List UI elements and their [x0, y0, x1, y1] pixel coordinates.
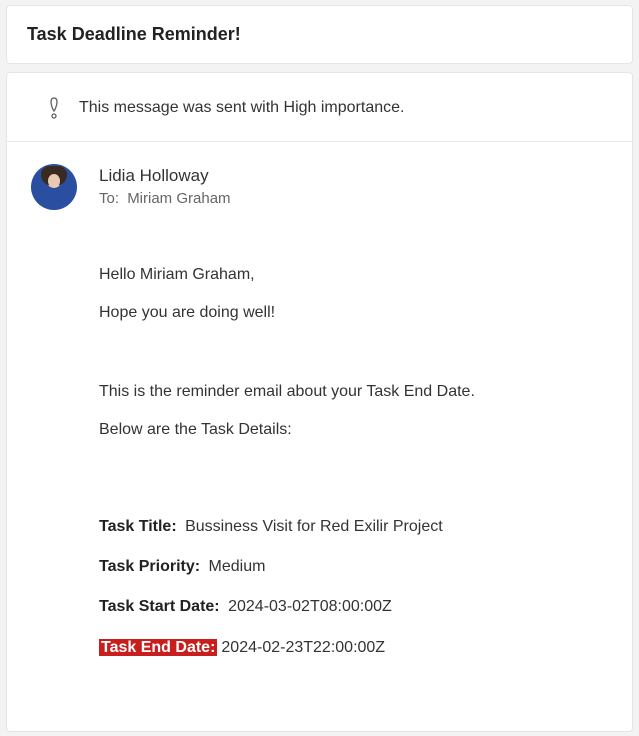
- avatar[interactable]: [31, 164, 77, 210]
- task-start-value: 2024-03-02T08:00:00Z: [228, 598, 392, 615]
- body-line-2: Hope you are doing well!: [99, 302, 610, 324]
- email-body: Hello Miriam Graham, Hope you are doing …: [7, 218, 632, 687]
- importance-text: This message was sent with High importan…: [79, 99, 404, 117]
- email-header-card: Task Deadline Reminder!: [6, 5, 633, 64]
- greeting-line: Hello Miriam Graham,: [99, 264, 610, 286]
- recipient-name[interactable]: Miriam Graham: [127, 190, 230, 207]
- task-priority-value: Medium: [209, 558, 266, 575]
- email-message-card: This message was sent with High importan…: [6, 72, 633, 732]
- task-end-line: Task End Date:2024-02-23T22:00:00Z: [99, 637, 610, 659]
- task-priority-line: Task Priority: Medium: [99, 556, 610, 578]
- sender-block: Lidia Holloway To: Miriam Graham: [99, 164, 231, 207]
- task-title-label: Task Title:: [99, 518, 177, 535]
- to-label: To:: [99, 190, 119, 207]
- importance-bar: This message was sent with High importan…: [7, 73, 632, 142]
- task-priority-label: Task Priority:: [99, 558, 200, 575]
- task-title-line: Task Title: Bussiness Visit for Red Exil…: [99, 516, 610, 538]
- task-title-value: Bussiness Visit for Red Exilir Project: [185, 518, 443, 535]
- importance-icon: [47, 97, 61, 119]
- recipient-line: To: Miriam Graham: [99, 190, 231, 207]
- message-meta: Lidia Holloway To: Miriam Graham: [7, 142, 632, 218]
- email-subject: Task Deadline Reminder!: [27, 24, 612, 45]
- task-start-line: Task Start Date: 2024-03-02T08:00:00Z: [99, 596, 610, 618]
- task-end-label: Task End Date:: [99, 639, 217, 656]
- task-end-value: 2024-02-23T22:00:00Z: [221, 639, 385, 656]
- body-line-4: Below are the Task Details:: [99, 419, 610, 441]
- task-start-label: Task Start Date:: [99, 598, 220, 615]
- body-line-3: This is the reminder email about your Ta…: [99, 381, 610, 403]
- sender-name[interactable]: Lidia Holloway: [99, 166, 231, 186]
